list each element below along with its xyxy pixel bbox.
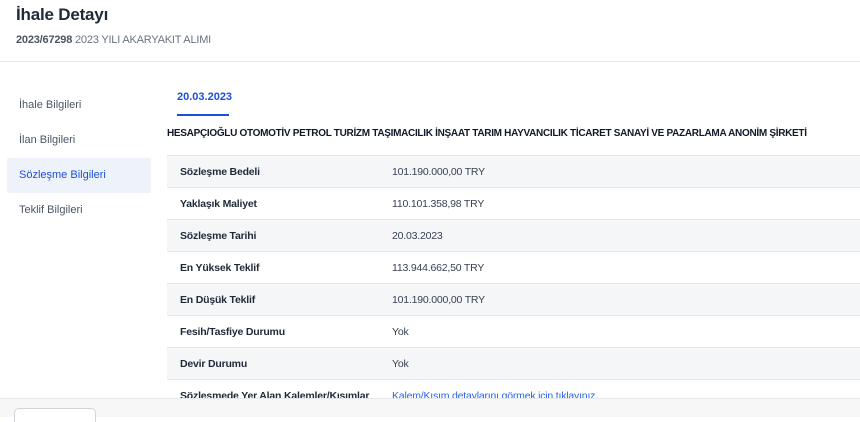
row-value: Yok <box>392 357 409 370</box>
table-row: En Yüksek Teklif 113.944.662,50 TRY <box>167 252 860 284</box>
row-label: Yaklaşık Maliyet <box>180 197 257 210</box>
row-value: 110.101.358,98 TRY <box>392 197 485 210</box>
row-label: En Yüksek Teklif <box>180 261 260 274</box>
page-header: İhale Detayı 2023/67298 2023 YILI AKARYA… <box>0 0 860 62</box>
row-value: 101.190.000,00 TRY <box>392 165 485 178</box>
sidebar: İhale Bilgileri İlan Bilgileri Sözleşme … <box>7 88 151 228</box>
table-row: Sözleşme Tarihi 20.03.2023 <box>167 220 860 252</box>
table-row: Devir Durumu Yok <box>167 348 860 380</box>
row-label: Devir Durumu <box>180 357 248 370</box>
footer-bar <box>0 398 860 417</box>
footer-button[interactable] <box>14 408 96 422</box>
row-label: Fesih/Tasfiye Durumu <box>180 325 285 338</box>
sidebar-item-teklif-bilgileri[interactable]: Teklif Bilgileri <box>7 193 151 228</box>
row-value: Yok <box>392 325 409 338</box>
table-row: Sözleşme Bedeli 101.190.000,00 TRY <box>167 156 860 188</box>
contract-details-table: Sözleşme Bedeli 101.190.000,00 TRY Yakla… <box>167 155 860 412</box>
tender-reference: 2023/67298 <box>16 34 73 46</box>
table-row: Yaklaşık Maliyet 110.101.358,98 TRY <box>167 188 860 220</box>
sidebar-item-sozlesme-bilgileri[interactable]: Sözleşme Bilgileri <box>7 158 151 193</box>
tender-subtitle: 2023/67298 2023 YILI AKARYAKIT ALIMI <box>16 34 211 46</box>
tab-active-indicator <box>177 114 229 116</box>
contractor-name: HESAPÇIOĞLU OTOMOTİV PETROL TURİZM TAŞIM… <box>167 128 807 139</box>
row-value: 113.944.662,50 TRY <box>392 261 485 274</box>
sidebar-item-ihale-bilgileri[interactable]: İhale Bilgileri <box>7 88 151 123</box>
row-value: 101.190.000,00 TRY <box>392 293 485 306</box>
row-label: Sözleşme Bedeli <box>180 165 260 178</box>
table-row: Fesih/Tasfiye Durumu Yok <box>167 316 860 348</box>
table-row: En Düşük Teklif 101.190.000,00 TRY <box>167 284 860 316</box>
row-value: 20.03.2023 <box>392 229 443 242</box>
page-title: İhale Detayı <box>16 5 109 24</box>
sidebar-item-ilan-bilgileri[interactable]: İlan Bilgileri <box>7 123 151 158</box>
row-label: Sözleşme Tarihi <box>180 229 257 242</box>
tender-description: 2023 YILI AKARYAKIT ALIMI <box>74 34 212 46</box>
tab-contract-date[interactable]: 20.03.2023 <box>177 91 232 103</box>
row-label: En Düşük Teklif <box>180 293 255 306</box>
